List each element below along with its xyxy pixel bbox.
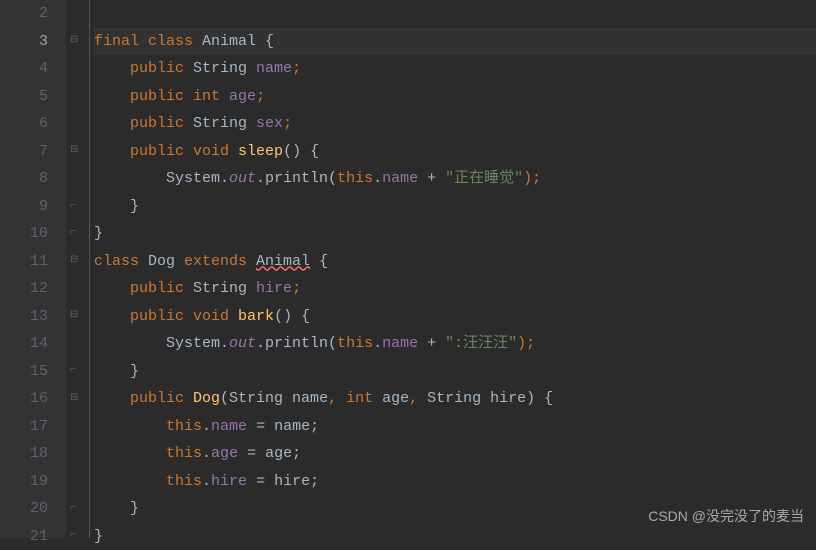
line-number[interactable]: 18	[8, 440, 48, 468]
line-number[interactable]: 10	[8, 220, 48, 248]
code-line[interactable]: public String sex;	[94, 110, 816, 138]
watermark-text: CSDN @没完没了的麦当	[648, 503, 804, 531]
code-line[interactable]: }	[94, 358, 816, 386]
code-line[interactable]: public void bark() {	[94, 303, 816, 331]
code-line[interactable]: this.age = age;	[94, 440, 816, 468]
code-line[interactable]: }	[94, 220, 816, 248]
line-number[interactable]: 21	[8, 523, 48, 550]
code-line[interactable]: public int age;	[94, 83, 816, 111]
line-number[interactable]: 8	[8, 165, 48, 193]
fold-close-icon[interactable]: ⌐	[70, 531, 80, 541]
code-line[interactable]: }	[94, 193, 816, 221]
code-line[interactable]: this.hire = hire;	[94, 468, 816, 496]
line-number[interactable]: 16	[8, 385, 48, 413]
code-line[interactable]	[94, 0, 816, 28]
code-content[interactable]: final class Animal { public String name;…	[90, 0, 816, 538]
line-number-gutter[interactable]: 2 3 4 5 6 7 8 9 10 11 12 13 14 15 16 17 …	[8, 0, 66, 538]
line-number[interactable]: 12	[8, 275, 48, 303]
fold-toggle-icon[interactable]: ⊟	[70, 256, 80, 266]
line-number[interactable]: 14	[8, 330, 48, 358]
line-number[interactable]: 5	[8, 83, 48, 111]
line-number[interactable]: 17	[8, 413, 48, 441]
fold-toggle-icon[interactable]: ⊟	[70, 394, 80, 404]
code-line[interactable]: public String name;	[94, 55, 816, 83]
line-number[interactable]: 9	[8, 193, 48, 221]
fold-close-icon[interactable]: ⌐	[70, 202, 80, 212]
line-number[interactable]: 3	[8, 28, 48, 56]
line-number[interactable]: 19	[8, 468, 48, 496]
code-line[interactable]: public void sleep() {	[94, 138, 816, 166]
fold-close-icon[interactable]: ⌐	[70, 504, 80, 514]
code-line[interactable]: System.out.println(this.name + "正在睡觉");	[94, 165, 816, 193]
line-number[interactable]: 4	[8, 55, 48, 83]
line-number[interactable]: 20	[8, 495, 48, 523]
breakpoint-gutter[interactable]	[0, 0, 8, 538]
line-number[interactable]: 2	[8, 0, 48, 28]
fold-close-icon[interactable]: ⌐	[70, 366, 80, 376]
line-number[interactable]: 6	[8, 110, 48, 138]
code-editor[interactable]: 2 3 4 5 6 7 8 9 10 11 12 13 14 15 16 17 …	[0, 0, 816, 538]
fold-gutter[interactable]: ⊟ ⊟ ⌐ ⌐ ⊟ ⊟ ⌐ ⊟ ⌐ ⌐	[66, 0, 90, 538]
line-number[interactable]: 7	[8, 138, 48, 166]
code-line[interactable]: class Dog extends Animal {	[94, 248, 816, 276]
code-line[interactable]: public String hire;	[94, 275, 816, 303]
code-line[interactable]: public Dog(String name, int age, String …	[94, 385, 816, 413]
fold-toggle-icon[interactable]: ⊟	[70, 146, 80, 156]
line-number[interactable]: 15	[8, 358, 48, 386]
fold-toggle-icon[interactable]: ⊟	[70, 36, 80, 46]
code-line[interactable]: this.name = name;	[94, 413, 816, 441]
fold-close-icon[interactable]: ⌐	[70, 228, 80, 238]
code-line[interactable]: System.out.println(this.name + ":汪汪汪");	[94, 330, 816, 358]
fold-toggle-icon[interactable]: ⊟	[70, 311, 80, 321]
line-number[interactable]: 11	[8, 248, 48, 276]
code-line[interactable]: final class Animal {	[94, 28, 816, 56]
line-number[interactable]: 13	[8, 303, 48, 331]
